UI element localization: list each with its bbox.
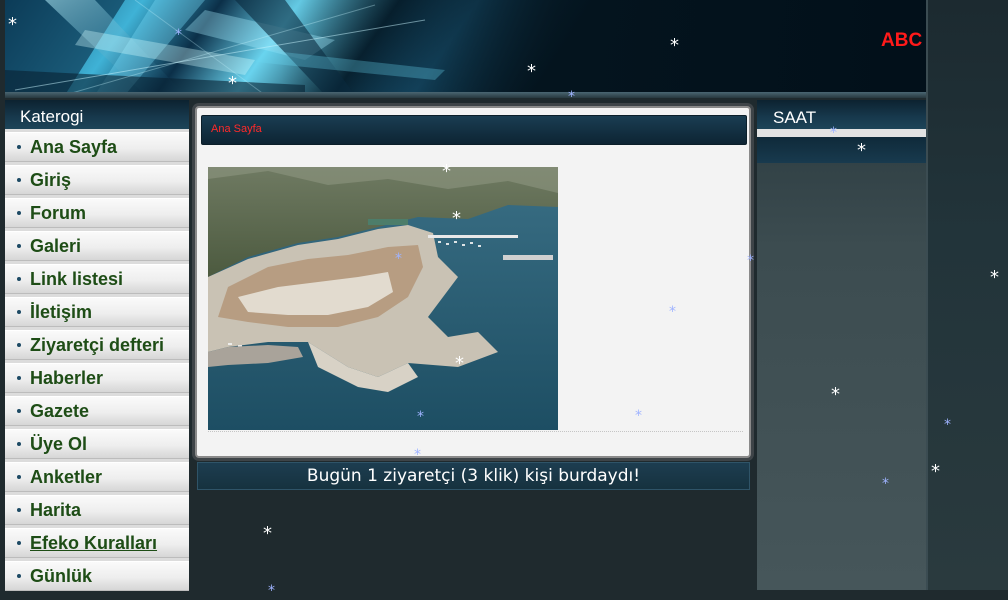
bullet-icon: [17, 442, 21, 446]
sidebar-item-haberler[interactable]: Haberler: [5, 363, 189, 393]
bullet-icon: [17, 244, 21, 248]
sidebar-item-anketler[interactable]: Anketler: [5, 462, 189, 492]
sidebar-item-gazete[interactable]: Gazete: [5, 396, 189, 426]
saat-title: SAAT: [757, 100, 926, 129]
visitor-counter: Bugün 1 ziyaretçi (3 klik) kişi burdaydı…: [197, 462, 750, 490]
sidebar-menu: Ana Sayfa Giriş Forum Galeri Link listesi İle…: [5, 132, 189, 591]
sidebar-item-harita[interactable]: Harita: [5, 495, 189, 525]
sidebar-item-ana-sayfa[interactable]: Ana Sayfa: [5, 132, 189, 162]
sidebar-item-label: Harita: [30, 499, 82, 520]
sidebar-item-label: Günlük: [30, 565, 92, 586]
bullet-icon: [17, 310, 21, 314]
saat-clock-area: [757, 137, 926, 163]
sidebar-item-label: Efeko Kuralları: [30, 532, 158, 553]
bullet-icon: [17, 178, 21, 182]
sidebar-item-iletisim[interactable]: İletişim: [5, 297, 189, 327]
content-separator: [208, 431, 743, 432]
sidebar-title: Katerogi: [5, 100, 189, 129]
sidebar-item-efeko-kurallari[interactable]: Efeko Kuralları: [5, 528, 189, 558]
bullet-icon: [17, 211, 21, 215]
sidebar-item-label: Ana Sayfa: [30, 136, 118, 157]
sidebar-item-gunluk[interactable]: Günlük: [5, 561, 189, 591]
sidebar-item-ziyaretci-defteri[interactable]: Ziyaretçi defteri: [5, 330, 189, 360]
bullet-icon: [17, 145, 21, 149]
marina-photo: [208, 167, 558, 430]
bullet-icon: [17, 409, 21, 413]
tab-ana-sayfa[interactable]: Ana Sayfa: [211, 123, 262, 135]
bullet-icon: [17, 277, 21, 281]
banner-divider: [5, 92, 926, 98]
right-background-strip: [926, 0, 1008, 590]
header-banner: ABC: [5, 0, 926, 95]
sidebar-item-label: Ziyaretçi defteri: [30, 334, 165, 355]
sidebar-item-label: Galeri: [30, 235, 82, 256]
sidebar-item-label: Forum: [30, 202, 86, 223]
bullet-icon: [17, 376, 21, 380]
content-panel: Ana Sayfa: [195, 106, 751, 458]
bullet-icon: [17, 574, 21, 578]
sidebar-item-link-listesi[interactable]: Link listesi: [5, 264, 189, 294]
sidebar-item-giris[interactable]: Giriş: [5, 165, 189, 195]
sidebar-item-label: Gazete: [30, 400, 90, 421]
bullet-icon: [17, 508, 21, 512]
marina-photo-art: [208, 167, 558, 430]
saat-panel: SAAT: [757, 100, 926, 590]
saat-divider: [757, 129, 926, 137]
sidebar-item-label: Haberler: [30, 367, 104, 388]
bullet-icon: [17, 541, 21, 545]
site-brand: ABC: [881, 30, 923, 51]
snowflake-icon: *: [263, 523, 272, 544]
banner-artwork: [5, 0, 445, 95]
sidebar-item-label: Giriş: [30, 169, 72, 190]
sidebar-item-forum[interactable]: Forum: [5, 198, 189, 228]
content-tab-bar: Ana Sayfa: [201, 115, 747, 145]
sidebar-item-label: Anketler: [30, 466, 103, 487]
category-sidebar: Katerogi Ana Sayfa Giriş Forum Galeri Link l…: [5, 100, 189, 591]
sidebar-item-label: Üye Ol: [30, 433, 88, 454]
sidebar-item-label: İletişim: [30, 301, 93, 322]
snowflake-icon: *: [268, 583, 275, 599]
bullet-icon: [17, 475, 21, 479]
bullet-icon: [17, 343, 21, 347]
sidebar-item-label: Link listesi: [30, 268, 124, 289]
sidebar-item-galeri[interactable]: Galeri: [5, 231, 189, 261]
sidebar-item-uye-ol[interactable]: Üye Ol: [5, 429, 189, 459]
